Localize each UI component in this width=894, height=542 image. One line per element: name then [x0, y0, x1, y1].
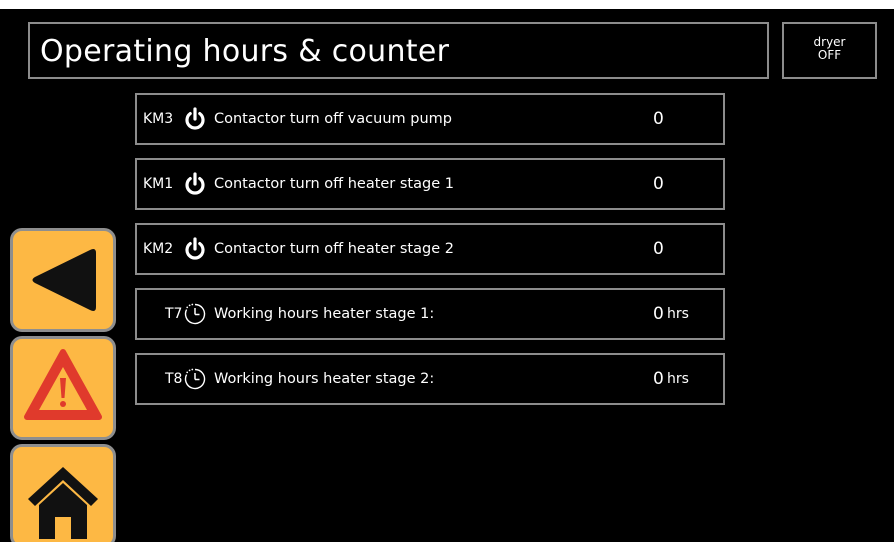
counter-row-km3: KM3 Contactor turn off vacuum pump 0 — [135, 93, 725, 145]
dryer-status-value: OFF — [817, 48, 842, 62]
hours-row-t7: T7 Working hours heater stage 1: 0 hrs — [135, 288, 725, 340]
counter-row-km1: KM1 Contactor turn off heater stage 1 0 — [135, 158, 725, 210]
row-label: Contactor turn off heater stage 1 — [214, 176, 454, 192]
row-tag: KM3 — [143, 111, 174, 127]
row-label: Working hours heater stage 1: — [214, 306, 435, 322]
row-unit: hrs — [667, 371, 689, 387]
row-value: 0 — [653, 239, 664, 259]
power-icon — [185, 237, 205, 260]
power-icon — [185, 172, 205, 195]
row-tag: T7 — [165, 306, 183, 322]
row-value: 0 — [653, 369, 664, 389]
top-strip — [0, 0, 894, 9]
row-value: 0 — [653, 174, 664, 194]
row-value: 0 — [653, 109, 664, 129]
home-icon — [28, 467, 98, 539]
back-arrow-icon — [32, 249, 96, 311]
row-label: Contactor turn off vacuum pump — [214, 111, 452, 127]
page-title: Operating hours & counter — [40, 34, 450, 69]
home-button[interactable] — [10, 444, 116, 542]
row-value: 0 — [653, 304, 664, 324]
row-tag: KM2 — [143, 241, 174, 257]
dryer-status-button[interactable]: dryer OFF — [782, 22, 877, 79]
title-panel: Operating hours & counter — [28, 22, 769, 79]
clock-icon — [184, 368, 206, 390]
row-label: Working hours heater stage 2: — [214, 371, 435, 387]
row-tag: KM1 — [143, 176, 174, 192]
clock-icon — [184, 303, 206, 325]
operating-hours-screen: Operating hours & counter dryer OFF KM3 … — [0, 0, 894, 542]
row-tag: T8 — [165, 371, 183, 387]
row-unit: hrs — [667, 306, 689, 322]
back-button[interactable] — [10, 228, 116, 332]
counter-row-km2: KM2 Contactor turn off heater stage 2 0 — [135, 223, 725, 275]
row-label: Contactor turn off heater stage 2 — [214, 241, 454, 257]
warning-icon — [24, 349, 102, 420]
alarm-button[interactable] — [10, 336, 116, 440]
hours-row-t8: T8 Working hours heater stage 2: 0 hrs — [135, 353, 725, 405]
power-icon — [185, 107, 205, 130]
